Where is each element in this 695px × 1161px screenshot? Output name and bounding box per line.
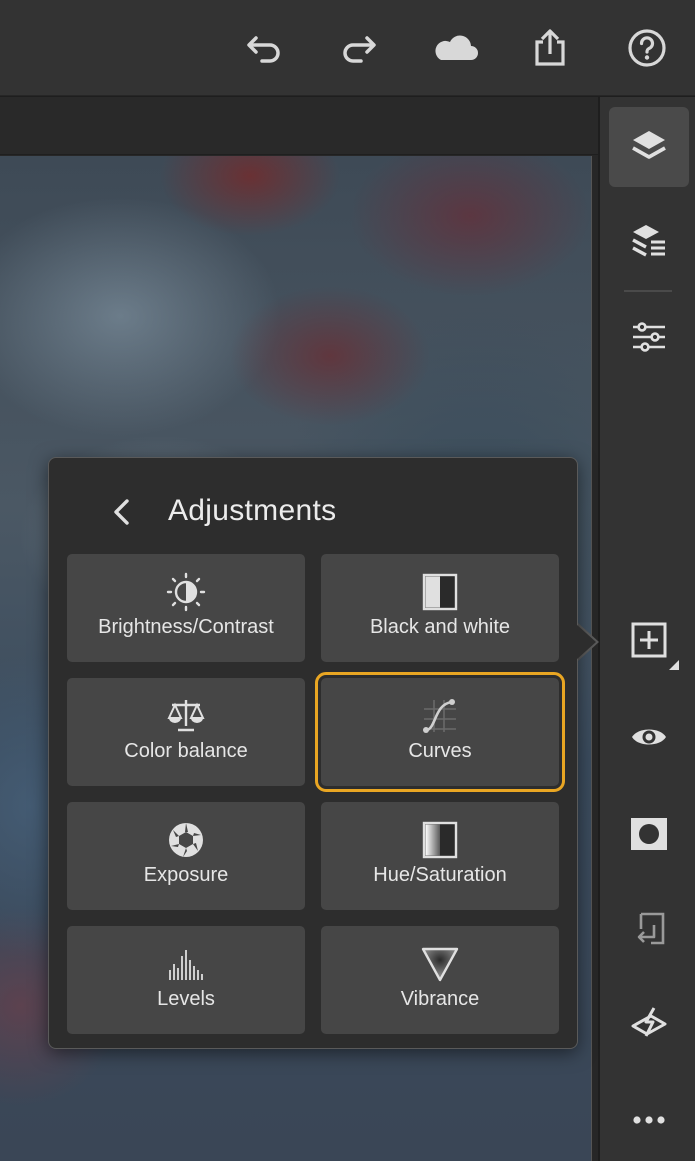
right-toolbar — [598, 97, 695, 1161]
levels-histogram-icon — [169, 950, 203, 980]
undo-button[interactable] — [240, 24, 288, 72]
panel-title: Adjustments — [168, 494, 337, 527]
hue-saturation-tile[interactable]: Hue/Saturation — [321, 802, 559, 910]
exposure-tile[interactable]: Exposure — [67, 802, 305, 910]
tile-label: Levels — [157, 988, 215, 1010]
undo-icon — [247, 36, 280, 63]
layers-icon — [632, 131, 666, 159]
tile-label: Hue/Saturation — [373, 864, 507, 886]
black-and-white-tile[interactable]: Black and white — [321, 554, 559, 662]
more-icon — [633, 1116, 665, 1124]
chevron-left-icon — [114, 499, 129, 525]
black-white-icon — [422, 573, 458, 611]
brightness-contrast-tile[interactable]: Brightness/Contrast — [67, 554, 305, 662]
curves-tile[interactable]: Curves — [315, 672, 565, 792]
vibrance-triangle-icon — [421, 947, 459, 982]
layer-properties-icon — [632, 225, 665, 257]
back-button[interactable] — [105, 494, 141, 530]
more-button[interactable] — [609, 1080, 689, 1160]
document-tab-strip — [0, 97, 598, 155]
adjustments-panel: Adjustments Brightness/Contrast Black an… — [48, 457, 578, 1049]
tile-label: Color balance — [124, 740, 248, 762]
tile-label: Black and white — [369, 616, 511, 638]
help-icon — [628, 29, 666, 67]
popover-arrow-fill — [576, 624, 596, 660]
aperture-icon — [169, 823, 203, 857]
visibility-button[interactable] — [609, 697, 689, 777]
redo-icon — [343, 36, 376, 63]
help-button[interactable] — [623, 24, 671, 72]
add-adjustment-icon — [631, 622, 667, 658]
share-icon — [535, 29, 565, 66]
tile-label: Brightness/Contrast — [98, 616, 274, 638]
curves-icon — [423, 699, 456, 733]
tile-label: Curves — [408, 740, 472, 762]
cloud-button[interactable] — [428, 24, 482, 72]
import-layer-icon — [637, 912, 665, 945]
hue-saturation-icon — [422, 821, 458, 859]
adjustments-sliders-button[interactable] — [609, 297, 689, 377]
top-toolbar — [0, 0, 695, 96]
levels-tile[interactable]: Levels — [67, 926, 305, 1034]
cloud-icon — [435, 35, 478, 60]
toolbar-divider — [624, 290, 672, 292]
import-layer-button[interactable] — [609, 889, 689, 969]
heal-button[interactable] — [609, 984, 689, 1064]
share-button[interactable] — [526, 24, 574, 72]
add-adjustment-button[interactable] — [609, 600, 689, 680]
color-balance-tile[interactable]: Color balance — [67, 678, 305, 786]
vibrance-tile[interactable]: Vibrance — [321, 926, 559, 1034]
tile-label: Exposure — [143, 864, 229, 886]
mask-icon — [631, 818, 667, 850]
heal-icon — [631, 1007, 667, 1037]
brightness-icon — [166, 572, 206, 612]
scales-icon — [167, 700, 205, 732]
mask-button[interactable] — [609, 794, 689, 874]
adjustments-sliders-icon — [633, 322, 665, 352]
layers-button[interactable] — [609, 107, 689, 187]
tile-label: Vibrance — [400, 988, 480, 1010]
expand-corner-icon — [669, 660, 679, 670]
redo-button[interactable] — [335, 24, 383, 72]
visibility-eye-icon — [632, 729, 666, 745]
layer-properties-button[interactable] — [609, 201, 689, 281]
panel-header: Adjustments — [49, 480, 577, 544]
